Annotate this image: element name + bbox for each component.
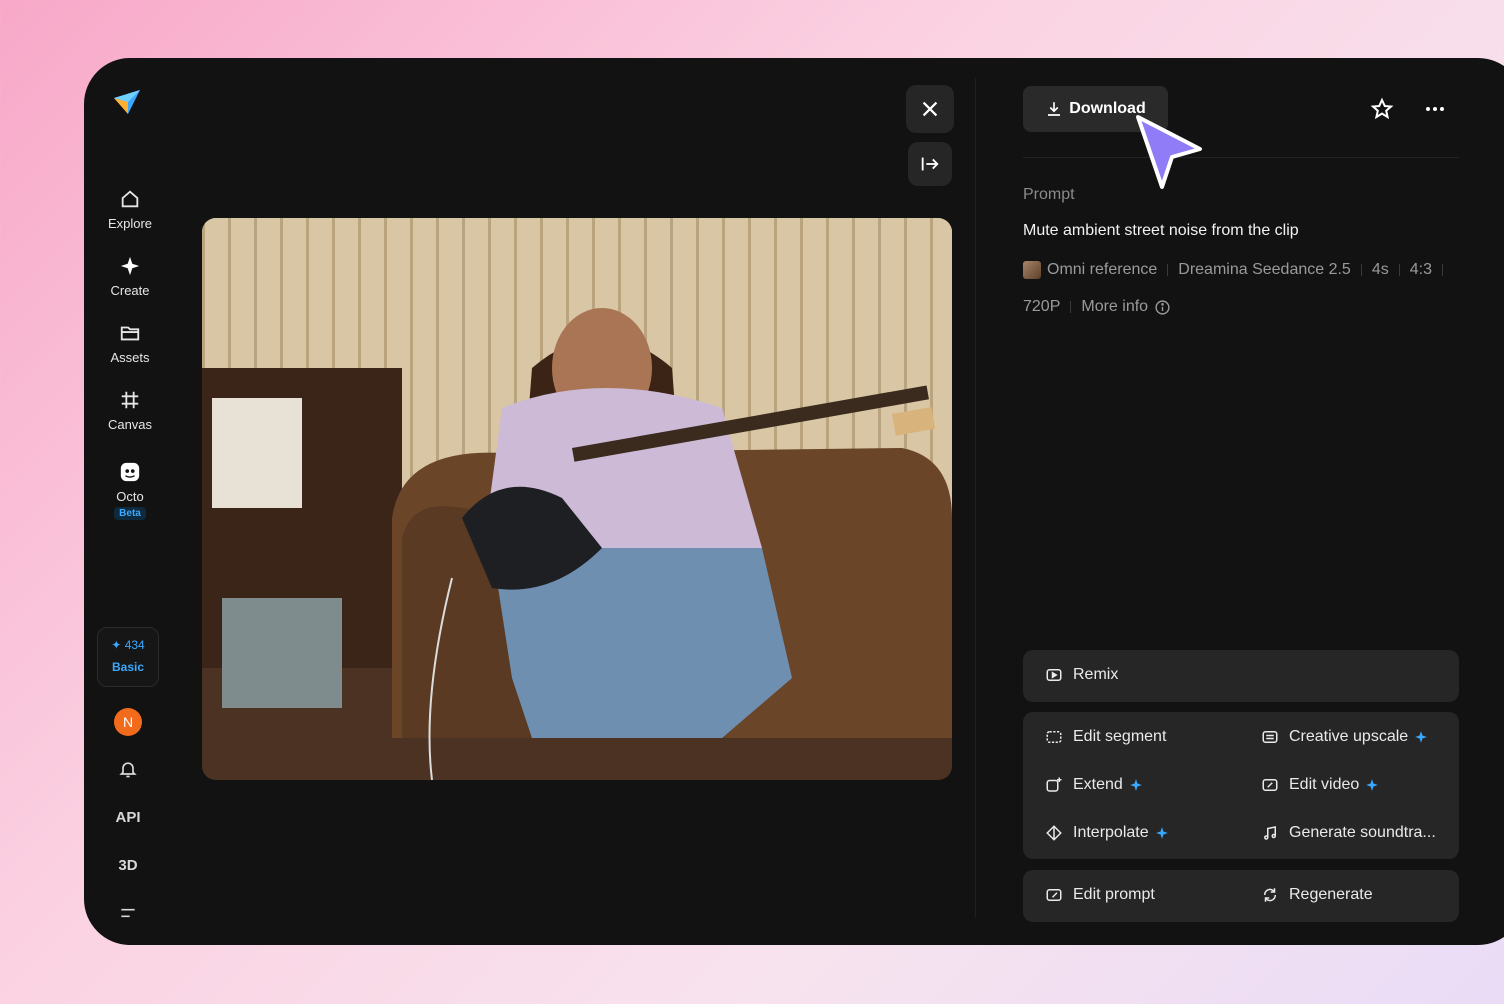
extend-button[interactable]: Extend <box>1045 776 1143 794</box>
mouse-pointer-icon <box>1136 115 1202 189</box>
arrow-to-right-icon <box>921 157 939 171</box>
separator <box>1070 301 1072 313</box>
plan-label: Basic <box>111 660 145 674</box>
panel-divider <box>975 78 976 918</box>
edit-tools-card: Edit segment Creative upscale Extend Edi… <box>1023 712 1459 859</box>
creative-upscale-label: Creative upscale <box>1289 728 1409 745</box>
sidebar-item-create[interactable]: Create <box>84 255 176 298</box>
separator <box>1360 264 1362 276</box>
edit-segment-button[interactable]: Edit segment <box>1045 728 1166 746</box>
remix-icon <box>1046 669 1062 681</box>
music-note-icon <box>1264 826 1276 840</box>
credits-count: 434 <box>124 638 145 652</box>
video-frame <box>202 218 952 780</box>
bell-icon[interactable] <box>114 755 142 783</box>
octo-icon <box>84 461 176 487</box>
creative-upscale-button[interactable]: Creative upscale <box>1261 728 1428 746</box>
edit-segment-label: Edit segment <box>1073 728 1167 745</box>
sparkle-icon <box>1155 827 1168 839</box>
separator <box>1398 264 1400 276</box>
interpolate-icon <box>1046 825 1062 841</box>
refresh-icon <box>1264 888 1276 902</box>
sidebar: Explore Create Assets Canvas Octo Beta ✦… <box>84 58 176 945</box>
sidebar-item-label: Canvas <box>107 417 153 432</box>
generation-meta-row-2: 720P More info <box>1023 298 1171 316</box>
more-horizontal-icon <box>1426 107 1444 111</box>
sidebar-item-assets[interactable]: Assets <box>84 322 176 365</box>
api-button[interactable]: API <box>114 803 142 831</box>
sidebar-item-explore[interactable]: Explore <box>84 188 176 231</box>
sidebar-item-canvas[interactable]: Canvas <box>84 389 176 432</box>
prompt-label: Prompt <box>1023 186 1075 203</box>
home-icon <box>84 188 176 214</box>
interpolate-label: Interpolate <box>1073 824 1149 841</box>
remix-button[interactable]: Remix <box>1045 666 1118 684</box>
edit-video-icon <box>1262 779 1278 791</box>
generate-soundtrack-label: Generate soundtra... <box>1289 824 1436 841</box>
ratio-label: 4:3 <box>1409 261 1432 278</box>
sidebar-item-octo[interactable]: Octo Beta <box>84 461 176 520</box>
edit-prompt-icon <box>1046 889 1062 901</box>
extend-label: Extend <box>1073 776 1123 793</box>
info-icon[interactable] <box>1154 299 1171 316</box>
sidebar-item-label: Assets <box>110 350 150 365</box>
sidebar-item-label: Explore <box>107 216 153 231</box>
collapse-panel-button[interactable] <box>908 142 952 186</box>
remix-card: Remix <box>1023 650 1459 702</box>
sparkle-icon: ✦ <box>111 638 122 652</box>
3d-button[interactable]: 3D <box>114 851 142 879</box>
avatar[interactable]: N <box>114 708 142 736</box>
edit-prompt-button[interactable]: Edit prompt <box>1045 886 1155 904</box>
credits-badge[interactable]: ✦ 434 Basic <box>97 627 159 687</box>
generate-soundtrack-button[interactable]: Generate soundtra... <box>1261 824 1436 842</box>
interpolate-button[interactable]: Interpolate <box>1045 824 1169 842</box>
folder-icon <box>84 322 176 348</box>
menu-icon[interactable] <box>114 899 142 927</box>
sparkle-icon <box>84 255 176 281</box>
beta-badge: Beta <box>114 507 146 520</box>
reference-thumbnail <box>1023 261 1041 279</box>
more-info-link[interactable]: More info <box>1081 298 1148 316</box>
prompt-actions-card: Edit prompt Regenerate <box>1023 870 1459 922</box>
favorite-button[interactable] <box>1368 95 1396 123</box>
video-preview[interactable] <box>202 218 952 780</box>
resolution-label: 720P <box>1023 298 1061 315</box>
edit-video-button[interactable]: Edit video <box>1261 776 1379 794</box>
separator <box>1441 264 1443 276</box>
more-options-button[interactable] <box>1421 95 1449 123</box>
extend-icon <box>1046 777 1062 792</box>
regenerate-button[interactable]: Regenerate <box>1261 886 1373 904</box>
regenerate-label: Regenerate <box>1289 886 1373 903</box>
canvas-icon <box>84 389 176 415</box>
sidebar-item-label: Octo <box>116 489 144 504</box>
close-button[interactable] <box>906 85 954 133</box>
sidebar-item-label: Create <box>110 283 150 298</box>
sparkle-icon <box>1415 731 1428 743</box>
prompt-text: Mute ambient street noise from the clip <box>1023 222 1299 239</box>
download-icon <box>1048 102 1061 116</box>
sparkle-icon <box>1129 779 1142 791</box>
edit-segment-icon <box>1046 731 1062 743</box>
model-label: Dreamina Seedance 2.5 <box>1178 261 1351 278</box>
app-logo-icon[interactable] <box>110 84 144 118</box>
edit-prompt-label: Edit prompt <box>1073 886 1155 903</box>
remix-label: Remix <box>1073 666 1119 683</box>
star-icon <box>1370 97 1394 120</box>
reference-label: Omni reference <box>1047 261 1158 278</box>
edit-video-label: Edit video <box>1289 776 1360 793</box>
header-divider <box>1023 157 1459 158</box>
separator <box>1167 264 1169 276</box>
sparkle-icon <box>1366 779 1379 791</box>
close-icon <box>922 101 938 117</box>
hd-icon <box>1262 731 1278 743</box>
duration-label: 4s <box>1371 261 1389 278</box>
app-window: Explore Create Assets Canvas Octo Beta ✦… <box>84 58 1504 945</box>
generation-meta-row: Omni reference Dreamina Seedance 2.5 4s … <box>1023 261 1453 279</box>
